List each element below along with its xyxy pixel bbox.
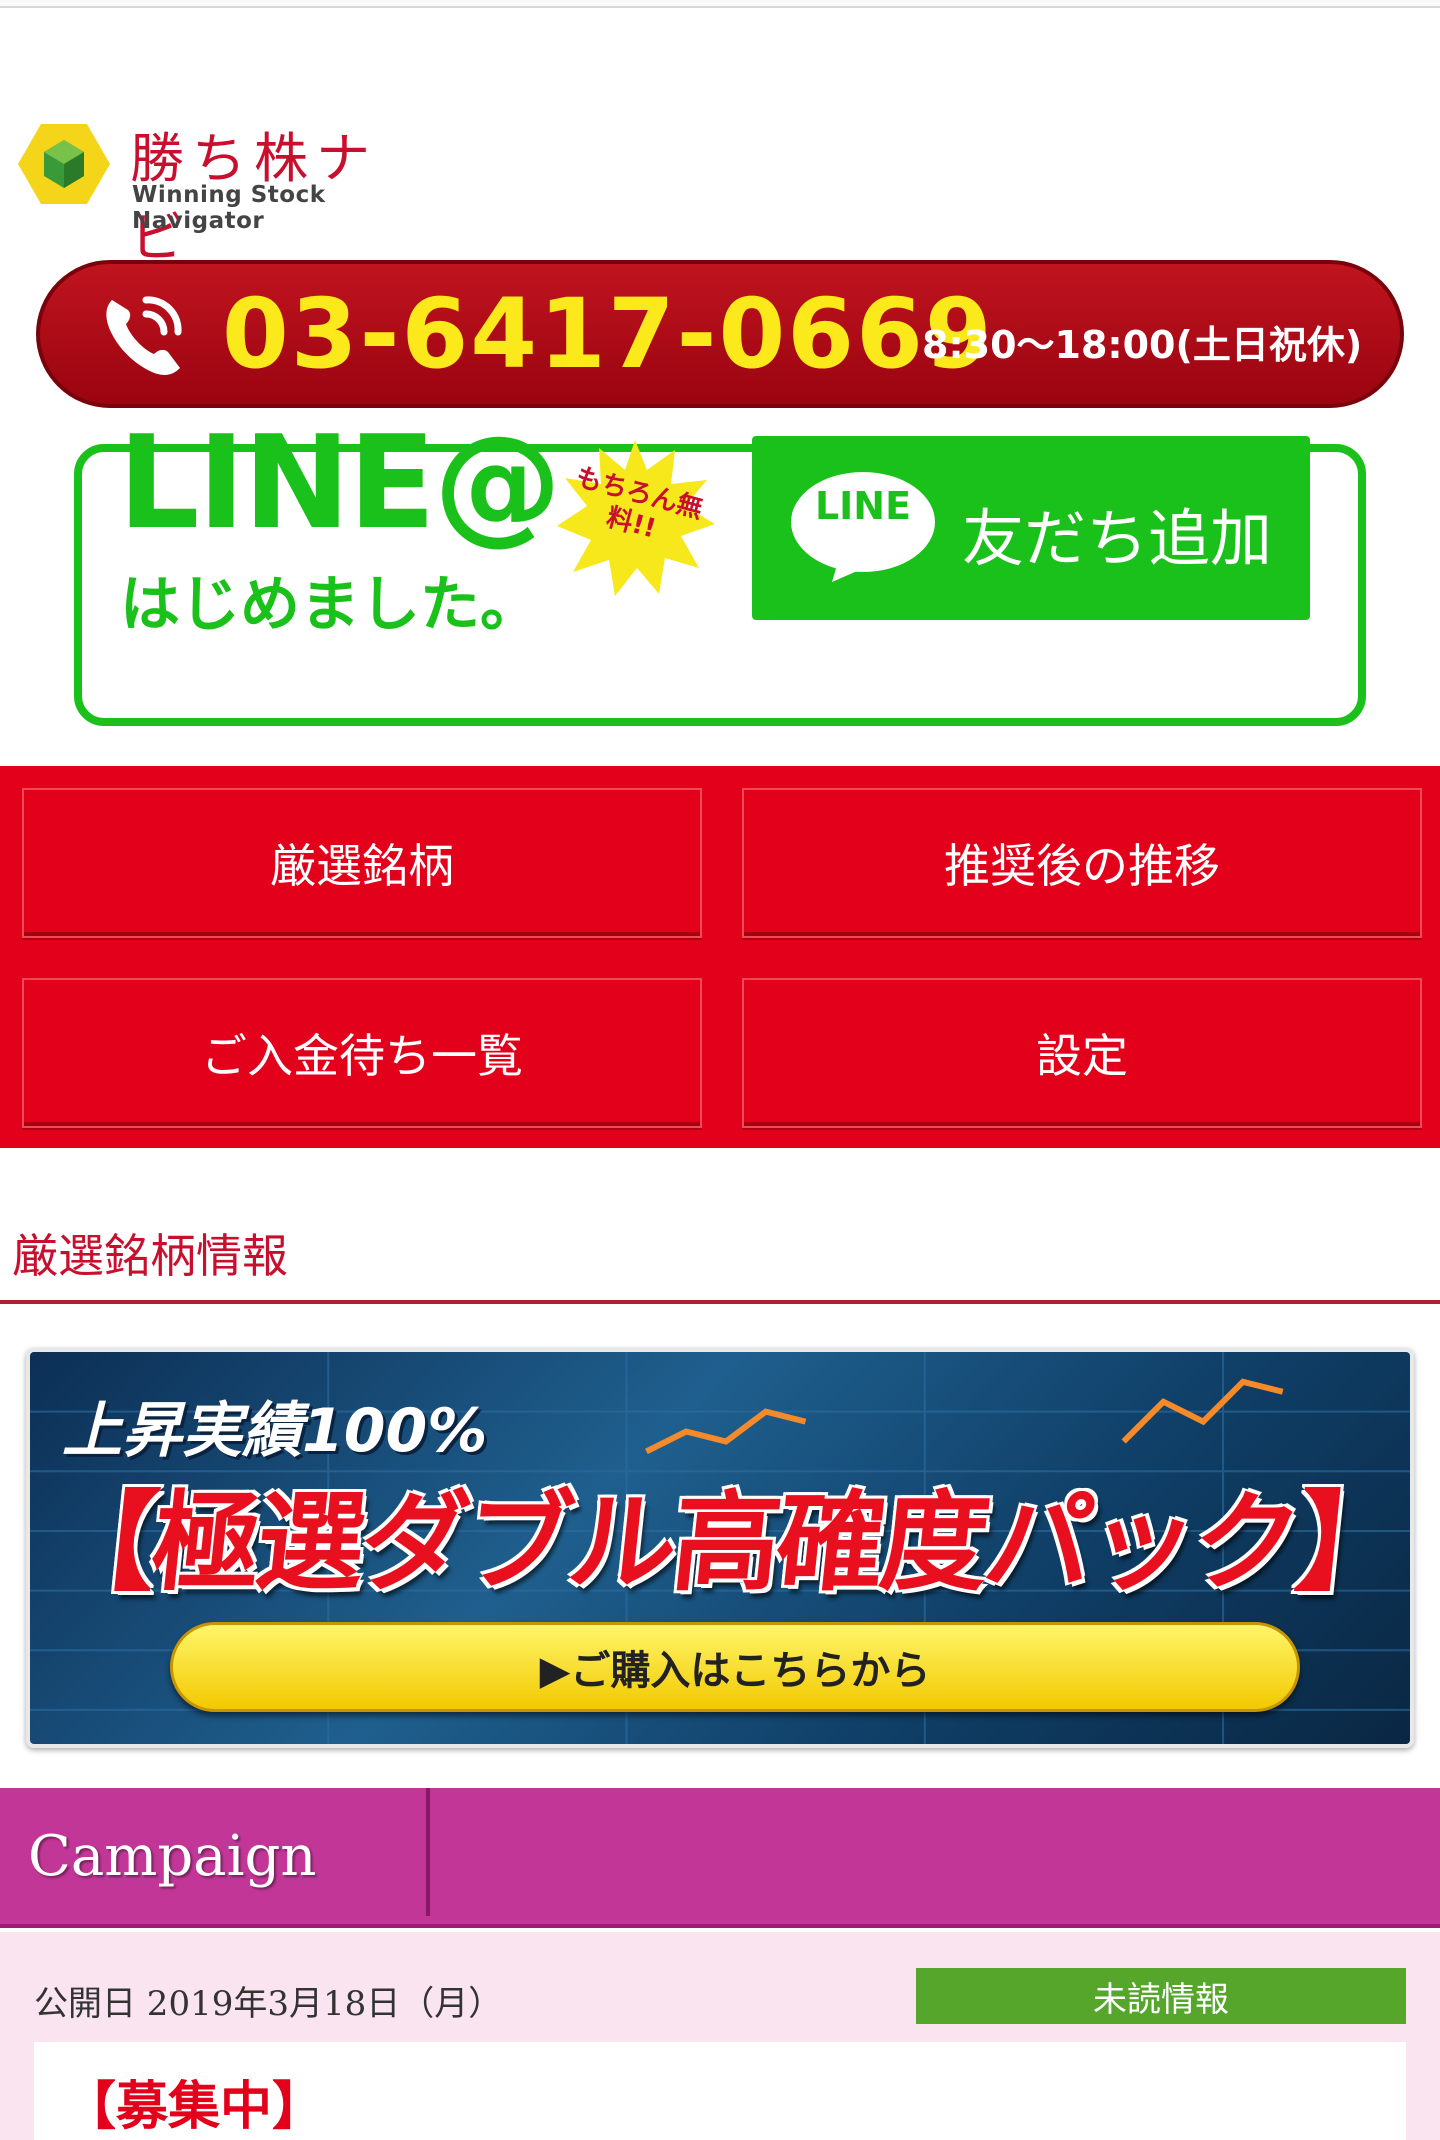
entry-title[interactable]: 【募集中】	[64, 2064, 324, 2139]
logo-subtitle: Winning Stock Navigator	[132, 182, 326, 234]
campaign-divider	[426, 1788, 430, 1916]
phone-icon	[106, 296, 182, 375]
line-bubble-label: LINE	[814, 484, 912, 528]
nav-featured-stocks[interactable]: 厳選銘柄	[22, 788, 702, 938]
campaign-bar: Campaign	[0, 1788, 1440, 1928]
line-tagline: はじめました。	[120, 570, 540, 640]
promo-title: 【極選ダブル高確度パック】	[42, 1481, 1408, 1606]
promo-purchase-button[interactable]: ▶ご購入はこちらから	[170, 1622, 1300, 1712]
cube-logo-icon	[18, 124, 110, 204]
promo-banner[interactable]: 上昇実績100% 【極選ダブル高確度パック】 ▶ご購入はこちらから	[26, 1348, 1414, 1748]
entry-date: 公開日 2019年3月18日（月）	[34, 1984, 503, 2024]
phone-banner[interactable]: 03-6417-0669 8:30〜18:00(土日祝休)	[36, 260, 1404, 408]
nav-pending-payments[interactable]: ご入金待ち一覧	[22, 978, 702, 1128]
line-headline: LINE@	[118, 409, 562, 558]
site-logo[interactable]: 勝ち株ナビ Winning Stock Navigator	[18, 112, 438, 269]
nav-settings[interactable]: 設定	[742, 978, 1422, 1128]
section-title: 厳選銘柄情報	[12, 1229, 288, 1283]
line-add-friend-button[interactable]: LINE 友だち追加	[752, 436, 1310, 620]
section-divider	[0, 1300, 1440, 1304]
main-nav: 厳選銘柄 推奨後の推移 ご入金待ち一覧 設定	[0, 766, 1440, 1148]
nav-post-recommendation[interactable]: 推奨後の推移	[742, 788, 1422, 938]
top-border	[0, 0, 1440, 8]
unread-badge: 未読情報	[916, 1968, 1406, 2024]
phone-hours: 8:30〜18:00(土日祝休)	[922, 323, 1363, 367]
phone-number: 03-6417-0669	[222, 278, 994, 390]
campaign-label: Campaign	[28, 1824, 317, 1889]
line-add-friend-label: 友だち追加	[962, 502, 1273, 575]
